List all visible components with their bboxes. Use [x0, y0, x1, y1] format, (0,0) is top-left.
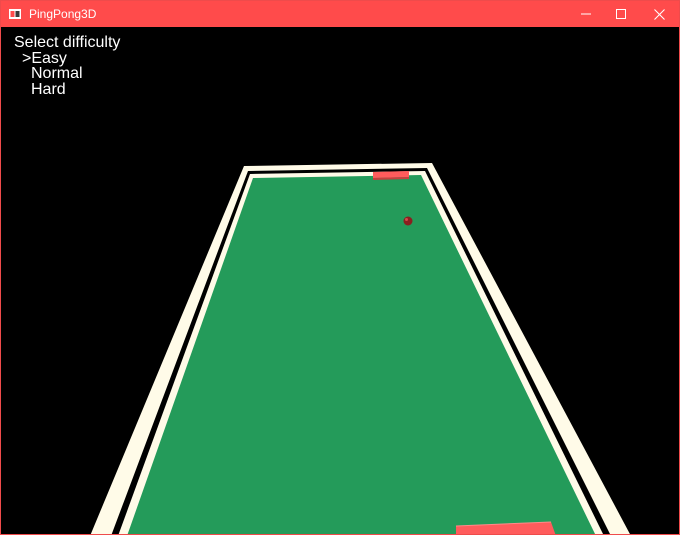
menu-title: Select difficulty [14, 34, 121, 51]
difficulty-menu: Select difficulty >Easy Normal Hard [14, 35, 120, 97]
title-bar[interactable]: PingPong3D [1, 1, 679, 27]
game-viewport[interactable]: Select difficulty >Easy Normal Hard [1, 27, 679, 534]
maximize-button[interactable] [601, 1, 641, 27]
close-icon [653, 8, 665, 20]
game-scene [90, 163, 630, 534]
close-button[interactable] [639, 1, 679, 27]
game-window: PingPong3D Select difficulty >Easy Norma… [0, 0, 680, 535]
minimize-icon [581, 13, 591, 15]
ball-highlight [405, 218, 408, 221]
maximize-icon [616, 9, 626, 19]
menu-option-normal[interactable]: Normal [31, 66, 120, 82]
menu-option-hard[interactable]: Hard [31, 81, 120, 98]
menu-option-easy[interactable]: >Easy [22, 50, 120, 67]
ball [403, 216, 413, 226]
window-title: PingPong3D [29, 7, 97, 21]
minimize-button[interactable] [566, 1, 606, 27]
opponent-paddle [373, 171, 409, 178]
app-icon [9, 9, 21, 19]
